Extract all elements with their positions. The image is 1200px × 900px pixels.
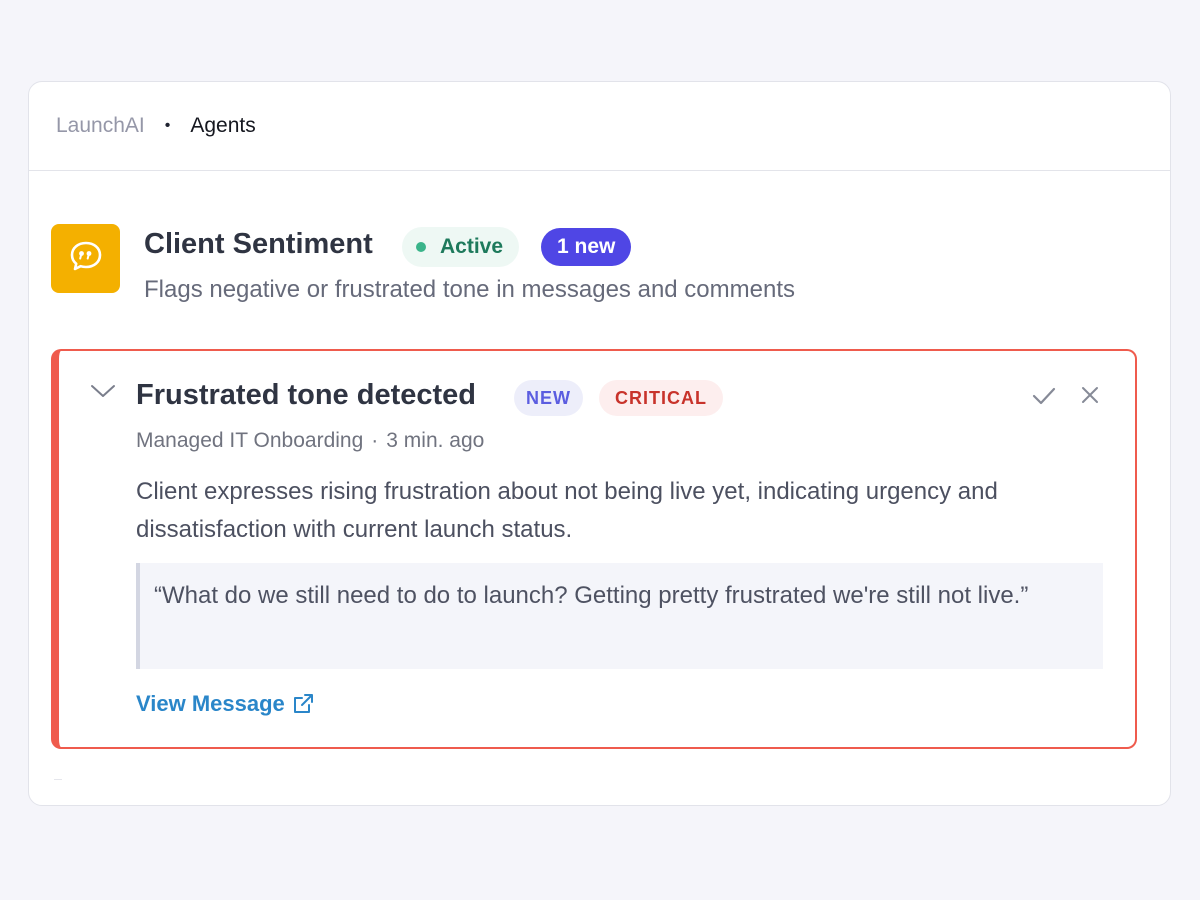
close-icon	[1082, 387, 1098, 403]
agent-description: Flags negative or frustrated tone in mes…	[144, 276, 795, 303]
chevron-down-icon[interactable]	[89, 381, 117, 401]
agent-avatar	[51, 224, 120, 293]
alert-title: Frustrated tone detected	[136, 379, 476, 411]
resolve-button[interactable]	[1029, 381, 1059, 411]
alert-card: Frustrated tone detected NEW CRITICAL Ma…	[51, 349, 1137, 749]
divider	[54, 779, 62, 780]
agent-name: Client Sentiment	[144, 228, 373, 260]
external-link-icon	[293, 694, 313, 713]
status-badge: Active	[402, 227, 520, 267]
quote-bubble-icon	[69, 239, 103, 278]
timestamp: 3 min. ago	[386, 429, 485, 452]
status-dot-icon	[416, 242, 426, 252]
alert-summary: Client expresses rising frustration abou…	[136, 478, 998, 543]
message-quote: “What do we still need to do to launch? …	[136, 563, 1103, 669]
severity-tag: CRITICAL	[599, 380, 723, 416]
new-tag: NEW	[514, 380, 583, 416]
breadcrumb: LaunchAI • Agents	[29, 82, 1170, 171]
status-label: Active	[440, 235, 504, 258]
new-count-badge: 1 new	[541, 228, 632, 266]
view-message-link[interactable]: View Message	[136, 691, 315, 717]
breadcrumb-current: Agents	[190, 114, 256, 137]
meta-separator: ·	[371, 429, 379, 452]
agents-panel: LaunchAI • Agents Client Sentiment Activ…	[28, 81, 1171, 806]
check-icon	[1032, 387, 1056, 405]
alert-meta: Managed IT Onboarding · 3 min. ago	[136, 429, 484, 453]
breadcrumb-root[interactable]: LaunchAI	[56, 114, 145, 138]
project-name: Managed IT Onboarding	[136, 429, 364, 452]
view-message-label: View Message	[136, 691, 285, 716]
breadcrumb-separator: •	[164, 117, 171, 134]
dismiss-button[interactable]	[1076, 381, 1104, 409]
